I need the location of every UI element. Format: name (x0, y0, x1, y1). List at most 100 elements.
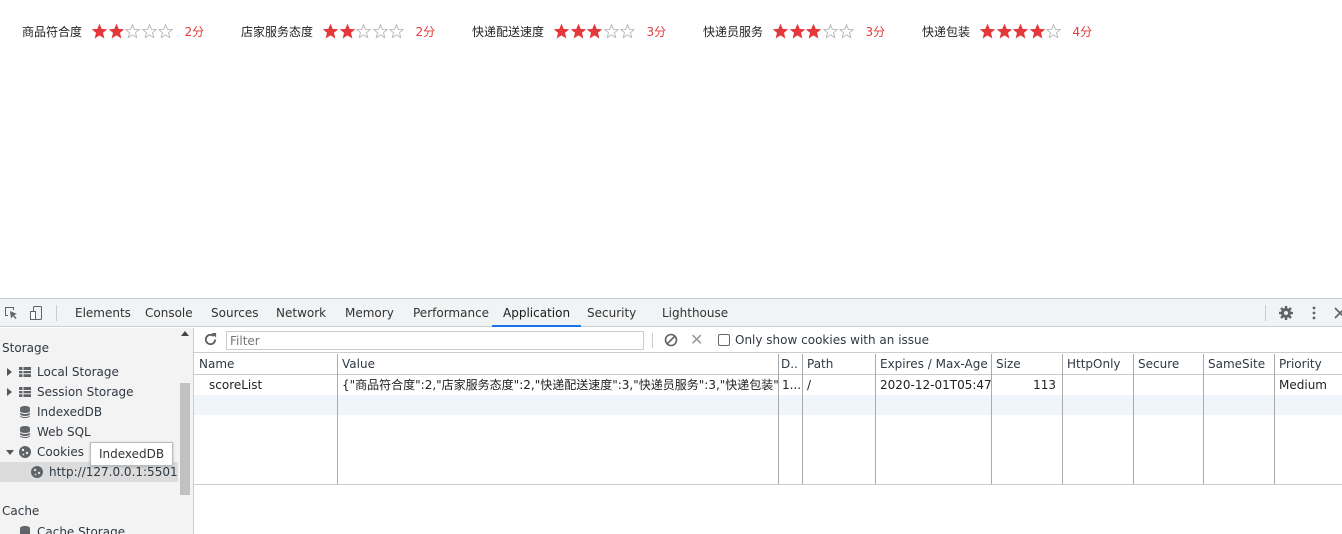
column-header-httponly[interactable]: HttpOnly (1062, 354, 1133, 375)
star-filled-icon[interactable] (570, 23, 586, 39)
close-devtools-icon[interactable] (1332, 305, 1342, 321)
tab-elements[interactable]: Elements (75, 299, 131, 326)
star-empty-icon[interactable] (839, 23, 855, 39)
column-header-value[interactable]: Value (337, 354, 778, 375)
rating-label: 店家服务态度 (241, 24, 314, 39)
expand-arrow-icon[interactable] (7, 368, 12, 376)
star-filled-icon[interactable] (339, 23, 355, 39)
tab-performance[interactable]: Performance (413, 299, 489, 326)
delete-selected-icon[interactable]: ✕ (690, 331, 703, 349)
star-empty-icon[interactable] (125, 23, 141, 39)
column-header-size[interactable]: Size (991, 354, 1062, 375)
column-divider[interactable] (1274, 354, 1275, 484)
star-empty-icon[interactable] (603, 23, 619, 39)
sidebar-item-indexeddb[interactable]: IndexedDB (0, 402, 178, 422)
sidebar-item-label: Web SQL (37, 425, 91, 439)
column-divider[interactable] (1062, 354, 1063, 484)
sidebar-item-cache-storage[interactable]: Cache Storage (0, 522, 178, 534)
rating-item: 商品符合度 2分 (22, 20, 204, 42)
star-empty-icon[interactable] (620, 23, 636, 39)
cookie-value-cell: {"商品符合度":2,"店家服务态度":2,"快递配送速度":3,"快递员服务"… (342, 378, 778, 392)
star-empty-icon[interactable] (389, 23, 405, 39)
filter-input[interactable] (226, 331, 644, 350)
tab-console[interactable]: Console (145, 299, 193, 326)
star-group[interactable] (323, 23, 406, 39)
column-divider[interactable] (875, 354, 876, 484)
cookies-toolbar: ✕ Only show cookies with an issue (194, 328, 1342, 353)
tab-lighthouse[interactable]: Lighthouse (662, 299, 728, 326)
cookie-path-cell: / (807, 378, 812, 392)
column-header-samesite[interactable]: SameSite (1203, 354, 1274, 375)
collapse-arrow-icon[interactable] (6, 450, 14, 455)
star-group[interactable] (773, 23, 856, 39)
star-filled-icon[interactable] (980, 23, 996, 39)
cookie-icon (19, 446, 31, 458)
tab-application[interactable]: Application (492, 299, 582, 327)
star-filled-icon[interactable] (773, 23, 789, 39)
cookie-name-cell: scoreList (209, 378, 263, 392)
star-empty-icon[interactable] (158, 23, 174, 39)
rating-item: 快递包装 4分 (922, 20, 1092, 42)
column-header-secure[interactable]: Secure (1133, 354, 1203, 375)
column-header-expires[interactable]: Expires / Max-Age (875, 354, 991, 375)
tab-sources[interactable]: Sources (211, 299, 258, 326)
star-group[interactable] (980, 23, 1063, 39)
star-filled-icon[interactable] (806, 23, 822, 39)
cookie-size-cell: 113 (1033, 378, 1056, 392)
star-filled-icon[interactable] (323, 23, 339, 39)
sidebar-item-session-storage[interactable]: Session Storage (0, 382, 178, 402)
device-toolbar-icon[interactable] (29, 305, 45, 321)
star-filled-icon[interactable] (1029, 23, 1045, 39)
star-empty-icon[interactable] (1046, 23, 1062, 39)
column-divider[interactable] (1203, 354, 1204, 484)
devtools-panel: Elements Console Sources Network Memory … (0, 298, 1342, 534)
column-divider[interactable] (337, 354, 338, 484)
scroll-up-arrow-icon[interactable] (181, 331, 189, 336)
star-filled-icon[interactable] (789, 23, 805, 39)
database-icon (19, 426, 31, 438)
block-clear-all-icon[interactable] (664, 333, 678, 347)
star-filled-icon[interactable] (554, 23, 570, 39)
column-divider[interactable] (991, 354, 992, 484)
star-group[interactable] (554, 23, 637, 39)
star-group[interactable] (92, 23, 175, 39)
star-filled-icon[interactable] (1013, 23, 1029, 39)
table-row-empty[interactable] (194, 395, 1342, 415)
rating-label: 商品符合度 (22, 24, 83, 39)
rating-panel: 商品符合度 2分 店家服务态度 2分 快递配送速度 3分 快递员服务 3分 快递… (0, 0, 1342, 298)
rating-item: 快递员服务 3分 (703, 20, 885, 42)
inspect-element-icon[interactable] (3, 305, 19, 321)
table-grid-icon (19, 387, 31, 397)
sidebar-scrollbar[interactable] (178, 328, 192, 534)
scrollbar-thumb[interactable] (180, 383, 190, 495)
star-empty-icon[interactable] (356, 23, 372, 39)
tab-network[interactable]: Network (276, 299, 326, 326)
star-filled-icon[interactable] (108, 23, 124, 39)
star-empty-icon[interactable] (141, 23, 157, 39)
sidebar-item-web-sql[interactable]: Web SQL (0, 422, 178, 442)
star-filled-icon[interactable] (996, 23, 1012, 39)
column-divider[interactable] (802, 354, 803, 484)
database-icon (19, 406, 31, 418)
column-header-priority[interactable]: Priority (1274, 354, 1342, 375)
tab-memory[interactable]: Memory (345, 299, 394, 326)
sidebar-item-local-storage[interactable]: Local Storage (0, 362, 178, 382)
star-empty-icon[interactable] (372, 23, 388, 39)
star-filled-icon[interactable] (92, 23, 108, 39)
column-header-name[interactable]: Name (194, 354, 337, 375)
tab-security[interactable]: Security (587, 299, 636, 326)
column-divider[interactable] (778, 354, 779, 484)
expand-arrow-icon[interactable] (7, 388, 12, 396)
table-row[interactable]: scoreList {"商品符合度":2,"店家服务态度":2,"快递配送速度"… (194, 375, 1342, 395)
rating-item: 店家服务态度 2分 (241, 20, 435, 42)
more-options-icon[interactable] (1306, 305, 1322, 321)
column-header-path[interactable]: Path (802, 354, 875, 375)
refresh-icon[interactable] (203, 332, 218, 347)
column-divider[interactable] (1133, 354, 1134, 484)
star-filled-icon[interactable] (587, 23, 603, 39)
rating-label: 快递员服务 (703, 24, 764, 39)
column-header-domain[interactable]: D.. (778, 354, 802, 375)
only-issue-checkbox[interactable] (718, 334, 730, 346)
star-empty-icon[interactable] (822, 23, 838, 39)
settings-gear-icon[interactable] (1278, 305, 1294, 321)
